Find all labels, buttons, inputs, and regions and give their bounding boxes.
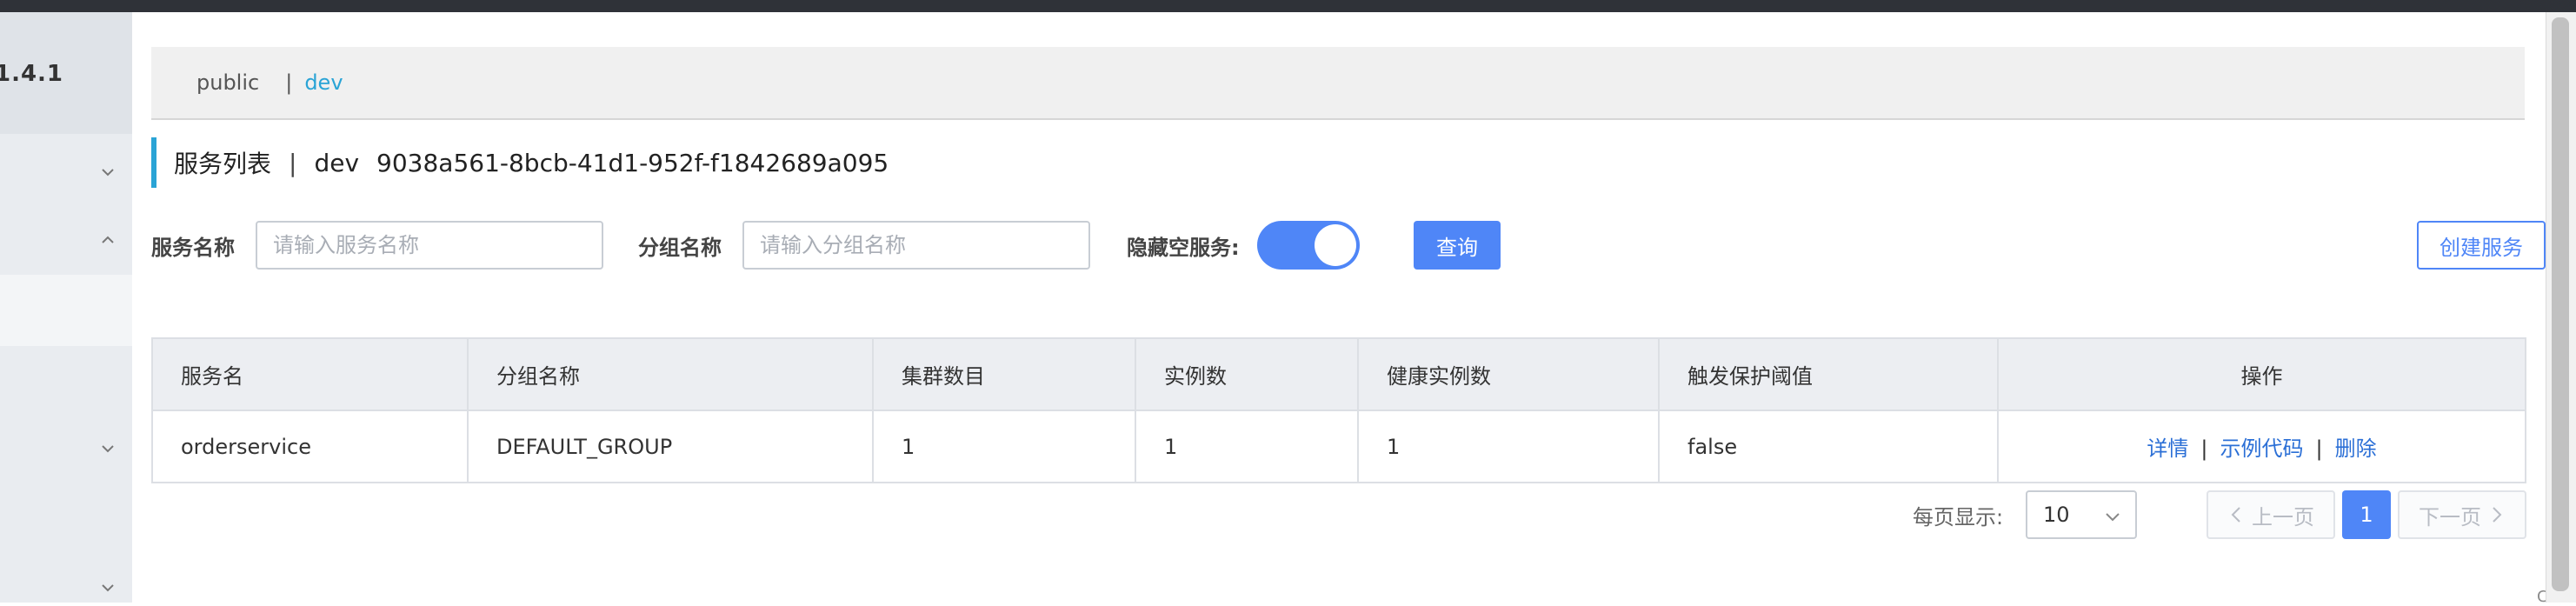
chevron-down-icon [2106,513,2120,522]
top-bar [0,0,2576,12]
chevron-left-icon [2231,507,2240,523]
query-button[interactable]: 查询 [1414,221,1501,270]
title-divider: | [289,148,297,177]
next-page-button[interactable]: 下一页 [2398,490,2526,539]
chevron-down-icon[interactable] [97,162,118,183]
page-size-label: 每页显示: [1913,504,2004,529]
create-service-button[interactable]: 创建服务 [2417,221,2546,270]
column-header: 实例数 [1135,339,1359,410]
column-header: 触发保护阈值 [1659,339,1999,410]
cell-healthy-instance-count: 1 [1358,410,1660,482]
title-namespace: dev [314,148,360,177]
namespace-item-public[interactable]: public [196,70,259,95]
hide-empty-toggle[interactable] [1257,221,1360,270]
sidebar-version: 1.4.1 [0,12,132,134]
chevron-right-icon [2493,507,2502,523]
title-namespace-id: 9038a561-8bcb-41d1-952f-f1842689a095 [376,148,889,177]
cell-service-name: orderservice [153,410,469,482]
action-separator: | [2315,436,2323,461]
next-page-label: 下一页 [2419,504,2481,529]
sample-code-link[interactable]: 示例代码 [2220,436,2304,461]
sidebar-active-item[interactable] [0,275,132,346]
column-header: 操作 [2240,364,2283,389]
main-content: public | dev 服务列表 | dev 9038a561-8bcb-41… [132,12,2576,606]
chevron-down-icon[interactable] [97,577,118,598]
table-row: orderservice DEFAULT_GROUP 1 1 1 false 详… [153,410,2525,482]
page-scrollbar[interactable] [2546,12,2576,603]
prev-page-button[interactable]: 上一页 [2207,490,2335,539]
cell-protect-threshold: false [1659,410,1999,482]
chevron-up-icon[interactable] [97,230,118,250]
group-name-input[interactable] [742,221,1090,270]
action-separator: | [2200,436,2208,461]
namespace-item-dev[interactable]: dev [304,70,343,95]
hide-empty-label: 隐藏空服务: [1127,235,1240,260]
service-table: 服务名 分组名称 集群数目 实例数 健康实例数 触发保护阈值 操作 orders… [151,337,2526,483]
group-name-label: 分组名称 [638,235,722,260]
scrollbar-thumb[interactable] [2552,17,2569,591]
namespace-separator: | [285,70,293,95]
column-header: 分组名称 [468,339,874,410]
column-header: 服务名 [153,339,469,410]
version-label: 1.4.1 [0,61,64,87]
table-header-row: 服务名 分组名称 集群数目 实例数 健康实例数 触发保护阈值 操作 [153,339,2525,410]
sidebar: 1.4.1 [0,12,132,603]
column-header: 集群数目 [873,339,1136,410]
prev-page-label: 上一页 [2252,504,2314,529]
toggle-knob [1315,224,1356,266]
column-header: 健康实例数 [1358,339,1660,410]
cell-actions: 详情 | 示例代码 | 删除 [1998,410,2525,482]
namespace-bar: public | dev [151,47,2525,120]
page-title-text: 服务列表 [174,150,272,178]
cell-group-name: DEFAULT_GROUP [468,410,874,482]
page-size-value: 10 [2043,503,2070,527]
cell-cluster-count: 1 [873,410,1136,482]
page-size-select[interactable]: 10 [2026,490,2137,539]
pagination: 每页显示: 10 上一页 1 下一页 [132,490,2546,539]
detail-link[interactable]: 详情 [2147,436,2188,461]
chevron-down-icon[interactable] [97,438,118,459]
page-title: 服务列表 | dev 9038a561-8bcb-41d1-952f-f1842… [151,137,1195,188]
cell-instance-count: 1 [1135,410,1359,482]
delete-link[interactable]: 删除 [2335,436,2377,461]
page-number-current[interactable]: 1 [2342,490,2391,539]
filter-row: 服务名称 分组名称 隐藏空服务: 查询 创建服务 [151,221,2546,287]
service-name-label: 服务名称 [151,235,235,260]
service-name-input[interactable] [256,221,603,270]
